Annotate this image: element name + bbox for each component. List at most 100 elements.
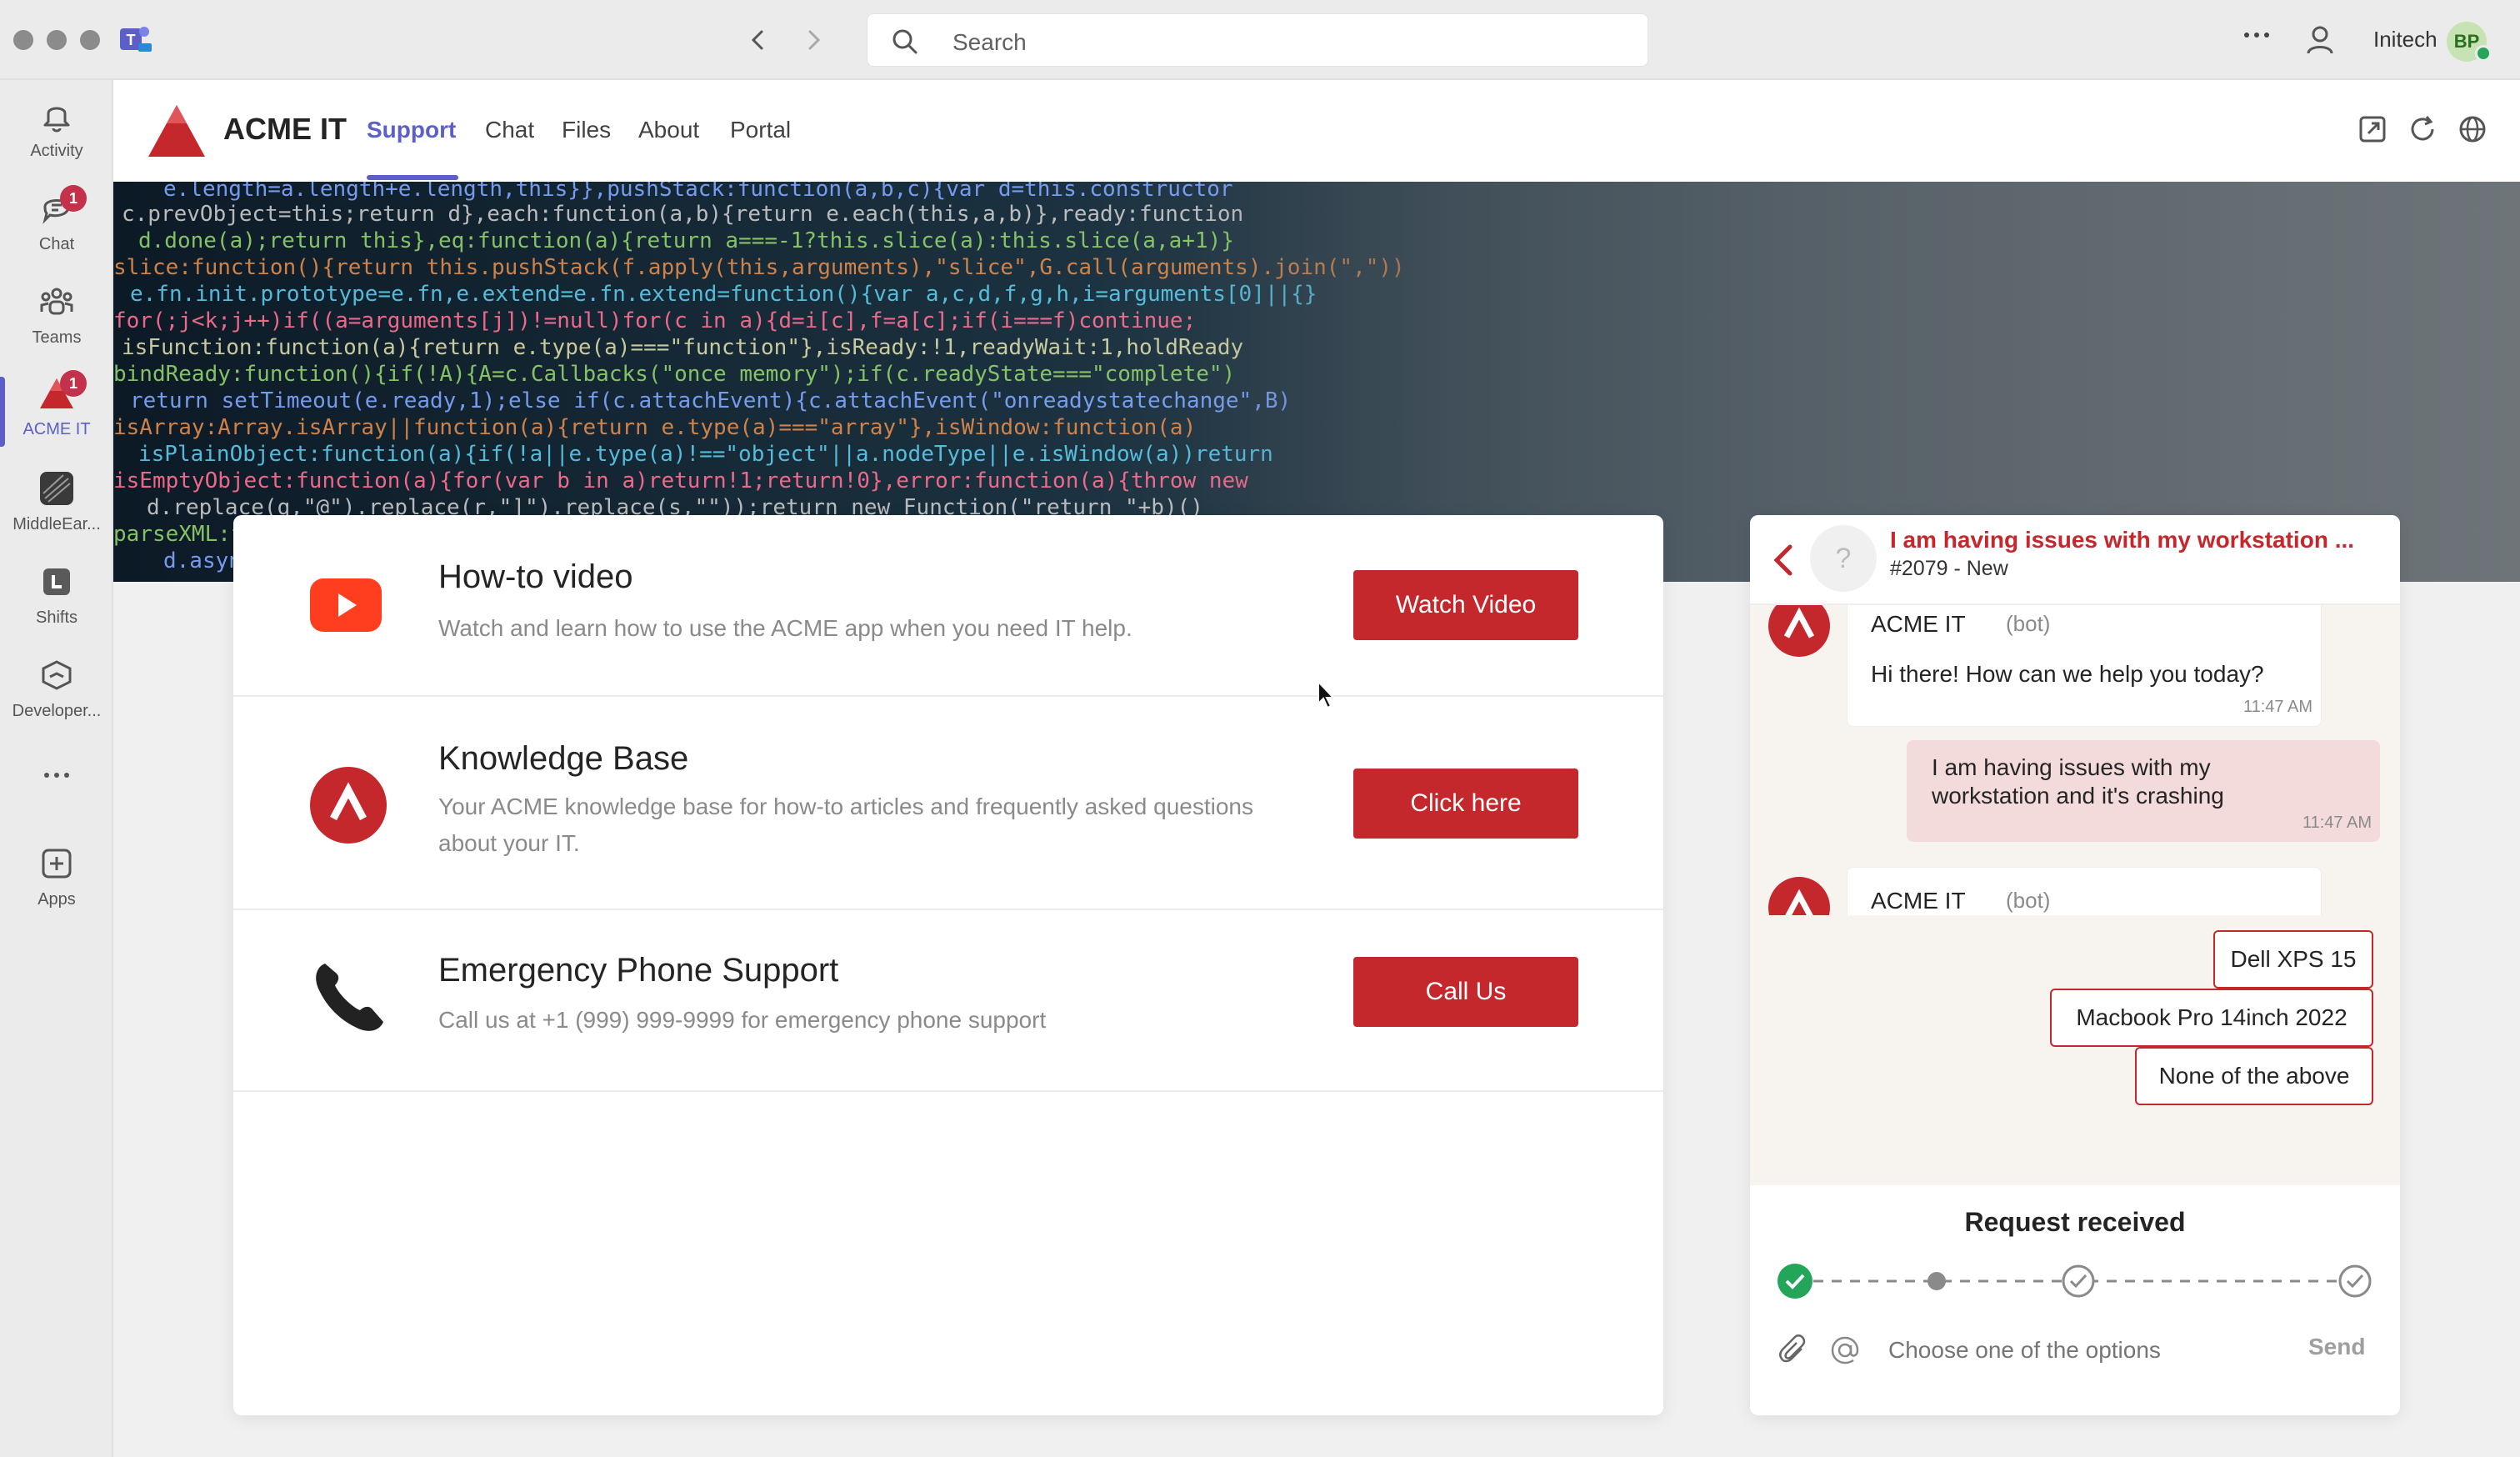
mention-icon[interactable] — [1828, 1334, 1862, 1367]
bot-name: ACME IT — [1871, 888, 1966, 914]
app-header: ACME IT Support Chat Files About Portal — [113, 80, 2520, 182]
apps-icon — [42, 849, 72, 879]
middleearth-icon — [40, 472, 73, 505]
option-dell-xps-15-button[interactable]: Dell XPS 15 — [2213, 930, 2373, 989]
rail-item-chat[interactable]: 1 Chat — [0, 185, 113, 268]
title-bar: T Search Initech BP — [0, 0, 2520, 80]
teams-logo-icon: T — [120, 27, 152, 52]
notification-badge: 1 — [60, 185, 87, 212]
rail-more-apps-button[interactable] — [0, 752, 113, 802]
step-final-icon — [2338, 1264, 2372, 1298]
ticket-title: I am having issues with my workstation .… — [1890, 527, 2355, 553]
youtube-icon — [310, 578, 382, 632]
rail-label: Activity — [30, 142, 83, 160]
acme-logo-icon — [310, 767, 387, 844]
search-bar[interactable]: Search — [867, 13, 1648, 67]
support-row-video: How-to video Watch and learn how to use … — [233, 515, 1663, 697]
more-options-icon — [44, 773, 69, 778]
app-title: ACME IT — [223, 112, 347, 146]
back-arrow-icon[interactable] — [1767, 542, 1800, 578]
shifts-icon — [43, 568, 70, 595]
org-name[interactable]: Initech — [2373, 27, 2438, 53]
people-icon[interactable] — [2305, 23, 2338, 57]
refresh-icon[interactable] — [2407, 113, 2438, 145]
ticket-chat-panel: ? I am having issues with my workstation… — [1750, 515, 2400, 1415]
mouse-cursor-icon — [1318, 680, 1336, 709]
help-icon: ? — [1810, 525, 1877, 592]
row-description: Call us at +1 (999) 999-9999 for emergen… — [438, 1007, 1047, 1033]
bot-message: ACME IT (bot) Hi there! How can we help … — [1847, 605, 2322, 727]
option-none-of-the-above-button[interactable]: None of the above — [2135, 1047, 2373, 1105]
request-status-title: Request received — [1964, 1207, 2186, 1237]
popout-icon[interactable] — [2357, 113, 2388, 145]
call-us-button[interactable]: Call Us — [1353, 957, 1578, 1027]
row-title: Emergency Phone Support — [438, 952, 839, 989]
rail-item-middleearth[interactable]: MiddleEar... — [0, 465, 113, 548]
bot-avatar-icon — [1768, 877, 1830, 915]
search-icon — [892, 29, 918, 54]
support-card: How-to video Watch and learn how to use … — [233, 515, 1663, 1415]
rail-item-apps[interactable]: Apps — [0, 840, 113, 924]
bot-avatar-icon — [1768, 605, 1830, 657]
message-input[interactable] — [1888, 1337, 2288, 1364]
rail-item-developer[interactable]: Developer... — [0, 652, 113, 735]
step-complete-icon — [1778, 1264, 1812, 1299]
row-description: Your ACME knowledge base for how-to arti… — [438, 794, 1253, 856]
message-list[interactable]: ACME IT (bot) Hi there! How can we help … — [1750, 605, 2400, 915]
rail-item-activity[interactable]: Activity — [0, 92, 113, 175]
search-placeholder: Search — [952, 29, 1027, 55]
forward-arrow-icon[interactable] — [795, 22, 832, 58]
step-pending-icon — [2062, 1264, 2095, 1298]
rail-label: Chat — [38, 235, 75, 253]
message-text: I am having issues with my workstation a… — [1932, 754, 2224, 809]
progress-tracker — [1778, 1264, 2372, 1299]
watch-video-button[interactable]: Watch Video — [1353, 570, 1578, 640]
window-minimize-button[interactable] — [47, 30, 67, 50]
back-arrow-icon[interactable] — [740, 22, 777, 58]
support-row-knowledge-base: Knowledge Base Your ACME knowledge base … — [233, 697, 1663, 910]
request-progress-area: Request received Send — [1750, 1185, 2400, 1394]
send-button[interactable]: Send — [2308, 1334, 2365, 1360]
tab-about[interactable]: About — [638, 117, 699, 143]
message-text: Hi there! How can we help you today? — [1871, 661, 2264, 687]
ticket-status: #2079 - New — [1890, 557, 2008, 580]
step-current-icon — [1928, 1272, 1946, 1290]
option-macbook-pro-button[interactable]: Macbook Pro 14inch 2022 — [2050, 989, 2373, 1047]
rail-label: Apps — [38, 890, 76, 909]
bot-message: ACME IT (bot) — [1847, 867, 2322, 915]
support-row-phone: Emergency Phone Support Call us at +1 (9… — [233, 910, 1663, 1092]
more-options-icon[interactable] — [2238, 17, 2275, 53]
acme-logo-icon — [148, 105, 205, 157]
tab-support[interactable]: Support — [367, 117, 456, 143]
tab-portal[interactable]: Portal — [730, 117, 791, 143]
presence-status-icon — [2475, 45, 2492, 62]
knowledge-base-button[interactable]: Click here — [1353, 769, 1578, 839]
message-time: 11:47 AM — [2242, 698, 2312, 716]
row-title: Knowledge Base — [438, 740, 689, 777]
row-description: Watch and learn how to use the ACME app … — [438, 615, 1132, 641]
rail-item-acme-it[interactable]: 1 ACME IT — [0, 370, 113, 453]
tab-files[interactable]: Files — [562, 117, 611, 143]
attach-icon[interactable] — [1777, 1334, 1810, 1367]
rail-label: Teams — [32, 328, 82, 347]
chat-header: ? I am having issues with my workstation… — [1750, 515, 2400, 605]
rail-label: MiddleEar... — [12, 515, 101, 533]
bot-tag: (bot) — [2006, 611, 2051, 636]
tab-chat[interactable]: Chat — [485, 117, 534, 143]
phone-icon — [316, 964, 383, 1031]
globe-icon[interactable] — [2457, 113, 2488, 145]
rail-label: Shifts — [35, 608, 78, 627]
bot-tag: (bot) — [2006, 888, 2051, 913]
svg-text:T: T — [127, 32, 136, 48]
rail-item-teams[interactable]: Teams — [0, 278, 113, 362]
window-zoom-button[interactable] — [80, 30, 100, 50]
user-message: I am having issues with my workstation a… — [1907, 740, 2380, 842]
message-time: 11:47 AM — [2302, 814, 2372, 832]
bot-name: ACME IT — [1871, 611, 1966, 637]
notification-badge: 1 — [60, 370, 87, 397]
rail-item-shifts[interactable]: Shifts — [0, 558, 113, 642]
rail-label: ACME IT — [22, 420, 91, 438]
window-close-button[interactable] — [13, 30, 33, 50]
bell-icon — [43, 107, 70, 133]
active-tab-indicator — [367, 175, 458, 180]
